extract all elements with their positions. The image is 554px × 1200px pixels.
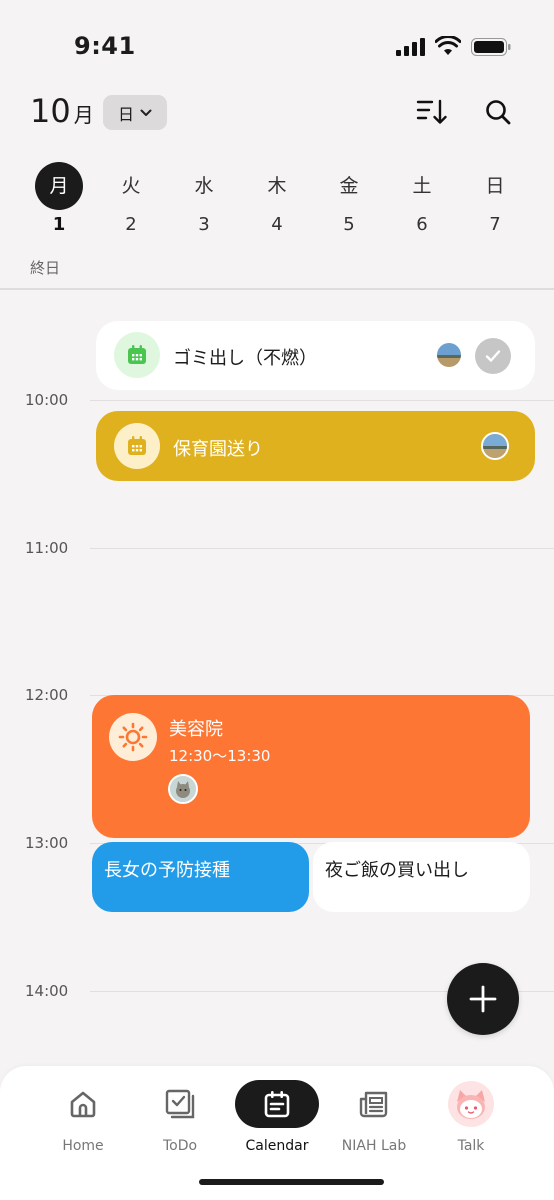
event-title: ゴミ出し（不燃） bbox=[173, 348, 317, 369]
search-icon bbox=[486, 100, 511, 125]
nav-icon-wrap bbox=[41, 1080, 125, 1128]
day-thu[interactable]: 木 4 bbox=[242, 164, 312, 235]
home-icon bbox=[70, 1091, 96, 1118]
day-of-week: 土 bbox=[412, 175, 432, 197]
sun-icon bbox=[118, 722, 148, 752]
add-event-button[interactable] bbox=[447, 963, 519, 1035]
day-mon[interactable]: 月 1 bbox=[24, 162, 94, 235]
status-time: 9:41 bbox=[74, 32, 136, 60]
mascot-icon bbox=[448, 1081, 494, 1127]
nav-niah-lab[interactable]: NIAH Lab bbox=[328, 1080, 420, 1154]
hour-line bbox=[90, 400, 554, 401]
nav-label: ToDo bbox=[162, 1138, 198, 1154]
day-of-week: 火 bbox=[121, 175, 141, 197]
plus-icon bbox=[469, 985, 497, 1013]
event-garbage[interactable]: ゴミ出し（不燃） bbox=[96, 321, 535, 390]
complete-checkbox[interactable] bbox=[475, 338, 511, 374]
event-title: 保育園送り bbox=[173, 439, 263, 460]
month-number: 10 bbox=[30, 92, 71, 130]
event-title: 夜ご飯の買い出し bbox=[325, 860, 469, 881]
signal-icon bbox=[396, 38, 425, 56]
status-bar: 9:41 bbox=[0, 0, 554, 90]
hour-label: 14:00 bbox=[25, 982, 69, 1000]
hour-label: 12:00 bbox=[25, 686, 69, 704]
day-number: 2 bbox=[125, 214, 137, 235]
calendar-badge bbox=[114, 423, 160, 469]
nav-talk[interactable]: Talk bbox=[425, 1080, 517, 1154]
calendar-icon bbox=[264, 1091, 290, 1118]
avatar bbox=[435, 341, 463, 369]
day-fri[interactable]: 金 5 bbox=[314, 164, 384, 235]
day-sun[interactable]: 日 7 bbox=[460, 164, 530, 235]
calendar-badge bbox=[114, 332, 160, 378]
day-of-week: 月 bbox=[35, 162, 83, 210]
avatar bbox=[168, 774, 198, 804]
event-daycare[interactable]: 保育園送り bbox=[96, 411, 535, 481]
nav-todo[interactable]: ToDo bbox=[134, 1080, 226, 1154]
sort-button[interactable] bbox=[412, 92, 452, 132]
nav-calendar[interactable]: Calendar bbox=[231, 1080, 323, 1154]
nav-label: Home bbox=[62, 1138, 104, 1154]
event-time: 12:30～13:30 bbox=[169, 747, 271, 765]
all-day-divider bbox=[0, 288, 554, 290]
sun-badge bbox=[109, 713, 157, 761]
month-title: 10 月 bbox=[30, 92, 94, 134]
day-number: 6 bbox=[416, 214, 428, 235]
hour-label: 13:00 bbox=[25, 834, 69, 852]
day-tue[interactable]: 火 2 bbox=[96, 164, 166, 235]
hour-label: 10:00 bbox=[25, 391, 69, 409]
nav-icon-wrap bbox=[138, 1080, 222, 1128]
hour-line bbox=[90, 548, 554, 549]
nav-icon-wrap bbox=[332, 1080, 416, 1128]
newspaper-icon bbox=[359, 1091, 388, 1118]
view-mode-label: 日 bbox=[117, 104, 134, 124]
avatar bbox=[481, 432, 509, 460]
calendar-icon bbox=[128, 345, 146, 364]
chevron-down-icon bbox=[140, 109, 152, 116]
nav-icon-wrap bbox=[429, 1080, 513, 1128]
nav-label: Calendar bbox=[245, 1138, 309, 1154]
nav-label: NIAH Lab bbox=[341, 1138, 407, 1154]
day-of-week: 木 bbox=[267, 175, 287, 197]
day-of-week: 金 bbox=[339, 175, 359, 197]
nav-icon-wrap bbox=[235, 1080, 319, 1128]
search-button[interactable] bbox=[478, 92, 518, 132]
hour-label: 11:00 bbox=[25, 539, 69, 557]
event-title: 長女の予防接種 bbox=[104, 860, 230, 881]
nav-label: Talk bbox=[457, 1138, 485, 1154]
view-mode-dropdown[interactable]: 日 bbox=[103, 95, 167, 130]
home-indicator bbox=[199, 1179, 384, 1185]
day-sat[interactable]: 土 6 bbox=[387, 164, 457, 235]
event-title: 美容院 bbox=[169, 719, 223, 740]
week-strip: 月 1 火 2 水 3 木 4 金 5 土 6 日 7 bbox=[24, 162, 531, 244]
battery-icon bbox=[471, 38, 511, 56]
todo-icon bbox=[165, 1089, 195, 1119]
day-number: 1 bbox=[52, 214, 66, 235]
day-of-week: 水 bbox=[194, 175, 214, 197]
checkmark-icon bbox=[485, 350, 501, 362]
day-number: 3 bbox=[198, 214, 210, 235]
day-of-week: 日 bbox=[485, 175, 505, 197]
wifi-icon bbox=[435, 36, 461, 55]
sort-icon bbox=[416, 99, 447, 124]
day-number: 7 bbox=[489, 214, 501, 235]
nav-home[interactable]: Home bbox=[37, 1080, 129, 1154]
day-number: 4 bbox=[271, 214, 283, 235]
day-number: 5 bbox=[343, 214, 355, 235]
day-wed[interactable]: 水 3 bbox=[169, 164, 239, 235]
all-day-label: 終日 bbox=[30, 259, 61, 277]
event-shopping[interactable]: 夜ご飯の買い出し bbox=[313, 842, 530, 912]
event-salon[interactable]: 美容院 12:30～13:30 bbox=[92, 695, 530, 838]
calendar-icon bbox=[128, 436, 146, 455]
event-vaccine[interactable]: 長女の予防接種 bbox=[92, 842, 309, 912]
month-unit: 月 bbox=[73, 103, 94, 127]
